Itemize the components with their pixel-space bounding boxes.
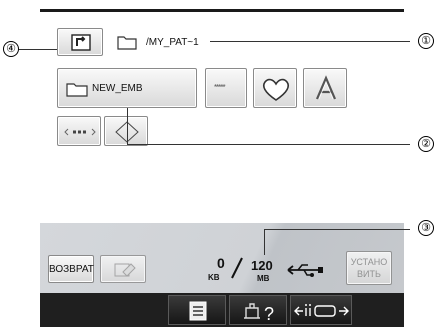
folder-icon [117,36,137,50]
pattern-heart-button[interactable] [253,68,297,108]
help-machine-icon: ? [244,303,274,324]
total-memory-unit: MB [257,274,270,283]
memory-slash [231,257,243,279]
tension-button[interactable] [290,295,352,325]
heart-icon [262,78,290,101]
callout-1: ① [418,33,434,49]
eraser-icon [114,263,136,277]
callout-3: ③ [418,220,434,236]
set-label-line1: УСТАНО [350,257,388,267]
folder-icon [66,83,88,97]
callout-line-4 [19,49,57,50]
callout-line-2 [127,144,410,145]
callout-line-1 [210,41,410,42]
pattern-small-button[interactable] [57,116,101,146]
pattern-letter-button[interactable] [303,68,347,108]
usb-icon [287,264,323,277]
pattern-stars-button[interactable]: ***** [205,68,247,108]
set-button[interactable]: УСТАНО ВИТЬ [346,251,392,285]
set-label-line2: ВИТЬ [357,269,381,279]
current-path: /MY_PAT~1 [146,37,199,48]
folder-new-emb-button[interactable]: NEW_EMB [57,68,197,108]
callout-line-3-vertical [264,229,265,255]
list-icon [189,301,207,321]
pattern-diamond-button[interactable] [104,116,148,146]
up-folder-button[interactable] [57,28,103,56]
delete-button[interactable] [100,255,146,283]
list-button[interactable] [168,295,226,325]
callout-4: ④ [3,41,19,57]
help-button[interactable]: ? [229,295,287,325]
top-divider [40,9,404,12]
total-memory-value: 120 [251,258,273,273]
back-button[interactable]: ВОЗВРАТ [48,255,94,283]
folder-up-icon [71,34,91,51]
callout-line-3 [264,229,410,230]
folder-label: NEW_EMB [92,83,143,94]
arrows-pattern-icon [64,128,96,136]
letter-a-icon [315,75,337,100]
tension-icon [294,304,349,317]
stars-pattern-label: ***** [214,83,226,92]
svg-text:?: ? [264,304,274,324]
used-memory-value: 0 [217,255,225,271]
callout-line-2-vertical [127,108,128,145]
used-memory-unit: KB [208,273,220,282]
back-label: ВОЗВРАТ [49,264,94,275]
callout-2: ② [418,136,434,152]
